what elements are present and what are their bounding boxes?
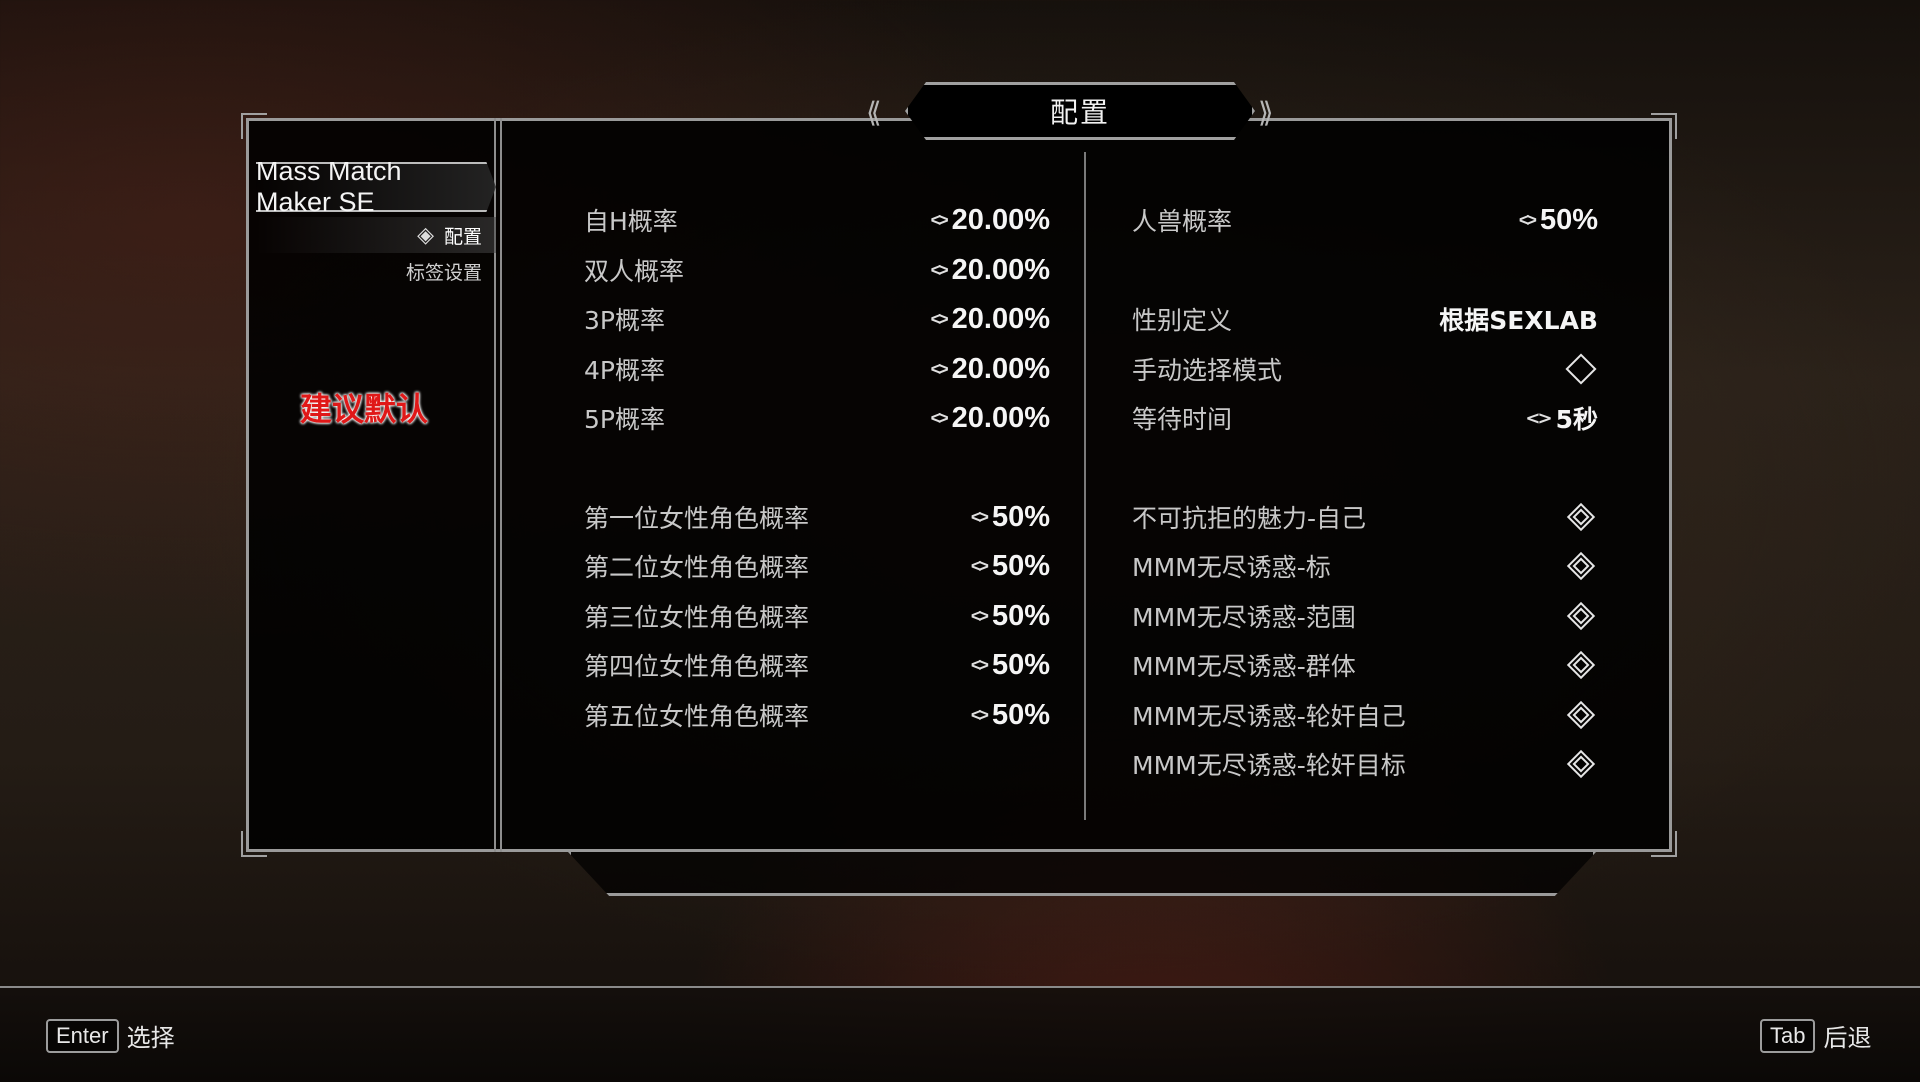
corner-ornament: [241, 113, 267, 139]
setting-row[interactable]: MMM无尽诱惑-群体: [1132, 645, 1598, 685]
setting-label: 等待时间: [1132, 405, 1233, 434]
setting-label: 不可抗拒的魅力-自己: [1132, 504, 1367, 533]
slider-arrows-icon: <>: [930, 407, 949, 428]
slider-arrows-icon: <>: [970, 555, 989, 576]
toggle-checked-icon[interactable]: [1568, 751, 1594, 777]
toggle-checked-icon[interactable]: [1568, 702, 1594, 728]
setting-row[interactable]: 等待时间 <> 5秒: [1132, 398, 1598, 438]
selected-page-icon: ◈: [417, 222, 434, 248]
setting-row[interactable]: 不可抗拒的魅力-自己: [1132, 497, 1598, 537]
sidebar-item-config[interactable]: ◈ 配置: [256, 217, 496, 253]
slider-arrows-icon: <>: [970, 654, 989, 675]
setting-value[interactable]: <> 5秒: [1525, 400, 1598, 436]
setting-label: MMM无尽诱惑-轮奸目标: [1132, 751, 1406, 780]
setting-row[interactable]: 第一位女性角色概率 <> 50%: [584, 497, 1050, 537]
slider-arrows-icon: <>: [1518, 209, 1537, 230]
slider-arrows-icon: <>: [970, 605, 989, 626]
setting-value[interactable]: <> 50%: [971, 501, 1050, 534]
slider-arrows-icon: <>: [970, 704, 989, 725]
setting-value[interactable]: 根据SEXLAB: [1439, 301, 1598, 337]
corner-ornament: [241, 831, 267, 857]
setting-value[interactable]: <> 50%: [971, 550, 1050, 583]
setting-label: 第二位女性角色概率: [584, 553, 810, 582]
bottom-bar: [0, 986, 1920, 1082]
setting-label: 第一位女性角色概率: [584, 504, 810, 533]
setting-label: 第四位女性角色概率: [584, 652, 810, 681]
setting-label: 第五位女性角色概率: [584, 702, 810, 731]
setting-row[interactable]: 5P概率 <> 20.00%: [584, 398, 1050, 438]
setting-row[interactable]: 4P概率 <> 20.00%: [584, 349, 1050, 389]
panel-bottom-tab: [568, 852, 1596, 896]
setting-value[interactable]: <> 50%: [971, 699, 1050, 732]
setting-label: 双人概率: [584, 257, 685, 286]
setting-label: 人兽概率: [1132, 207, 1233, 236]
setting-value[interactable]: <> 50%: [1519, 204, 1598, 237]
setting-row[interactable]: MMM无尽诱惑-轮奸自己: [1132, 695, 1598, 735]
setting-label: MMM无尽诱惑-轮奸自己: [1132, 702, 1406, 731]
enter-key-icon: Enter: [46, 1018, 119, 1053]
setting-value[interactable]: <> 20.00%: [931, 204, 1050, 237]
setting-label: MMM无尽诱惑-标: [1132, 553, 1331, 582]
slider-arrows-icon: <>: [930, 358, 949, 379]
setting-row[interactable]: MMM无尽诱惑-范围: [1132, 596, 1598, 636]
setting-row[interactable]: 自H概率 <> 20.00%: [584, 200, 1050, 240]
setting-row[interactable]: MMM无尽诱惑-标: [1132, 546, 1598, 586]
setting-row[interactable]: MMM无尽诱惑-轮奸目标: [1132, 744, 1598, 784]
setting-label: MMM无尽诱惑-范围: [1132, 603, 1356, 632]
setting-row[interactable]: 第五位女性角色概率 <> 50%: [584, 695, 1050, 735]
corner-ornament: [1651, 113, 1677, 139]
toggle-checked-icon[interactable]: [1568, 504, 1594, 530]
setting-label: 4P概率: [584, 356, 665, 385]
slider-arrows-icon: <>: [970, 506, 989, 527]
setting-label: 手动选择模式: [1132, 356, 1283, 385]
sidebar-item-tag-settings[interactable]: 标签设置: [256, 258, 482, 285]
setting-row[interactable]: 手动选择模式: [1132, 349, 1598, 389]
setting-row[interactable]: 双人概率 <> 20.00%: [584, 250, 1050, 290]
select-hint[interactable]: Enter 选择: [46, 1018, 175, 1053]
setting-row[interactable]: 性别定义 根据SEXLAB: [1132, 299, 1598, 339]
tab-key-icon: Tab: [1760, 1018, 1816, 1053]
recommend-annotation: 建议默认: [300, 390, 429, 428]
mod-title[interactable]: Mass Match Maker SE: [256, 162, 496, 212]
slider-arrows-icon: <>: [930, 259, 949, 280]
toggle-checked-icon[interactable]: [1568, 553, 1594, 579]
setting-label: 性别定义: [1132, 306, 1233, 335]
ornament-right-icon: ⟫: [1258, 96, 1274, 129]
slider-arrows-icon: <>: [930, 308, 949, 329]
select-label: 选择: [126, 1024, 175, 1052]
toggle-unchecked-icon[interactable]: [1565, 353, 1597, 385]
setting-value[interactable]: <> 50%: [971, 649, 1050, 682]
setting-label: 5P概率: [584, 405, 665, 434]
setting-label: 自H概率: [584, 207, 678, 236]
setting-value[interactable]: <> 20.00%: [931, 254, 1050, 287]
back-label: 后退: [1823, 1024, 1872, 1052]
setting-value[interactable]: <> 50%: [971, 600, 1050, 633]
page-title: 配置: [905, 82, 1255, 140]
setting-row[interactable]: 3P概率 <> 20.00%: [584, 299, 1050, 339]
setting-value[interactable]: <> 20.00%: [931, 303, 1050, 336]
setting-label: 3P概率: [584, 306, 665, 335]
setting-row[interactable]: 第二位女性角色概率 <> 50%: [584, 546, 1050, 586]
slider-arrows-icon: <>: [1525, 407, 1552, 429]
back-hint[interactable]: Tab 后退: [1760, 1018, 1871, 1053]
toggle-checked-icon[interactable]: [1568, 652, 1594, 678]
setting-value[interactable]: <> 20.00%: [931, 402, 1050, 435]
setting-row[interactable]: 第四位女性角色概率 <> 50%: [584, 645, 1050, 685]
setting-row[interactable]: 人兽概率 <> 50%: [1132, 200, 1598, 240]
ornament-left-icon: ⟪: [866, 96, 882, 129]
sidebar-item-label: 配置: [443, 225, 482, 248]
setting-row[interactable]: 第三位女性角色概率 <> 50%: [584, 596, 1050, 636]
slider-arrows-icon: <>: [930, 209, 949, 230]
setting-value[interactable]: <> 20.00%: [931, 353, 1050, 386]
setting-label: MMM无尽诱惑-群体: [1132, 652, 1356, 681]
setting-label: 第三位女性角色概率: [584, 603, 810, 632]
toggle-checked-icon[interactable]: [1568, 603, 1594, 629]
column-divider: [1084, 152, 1086, 820]
corner-ornament: [1651, 831, 1677, 857]
